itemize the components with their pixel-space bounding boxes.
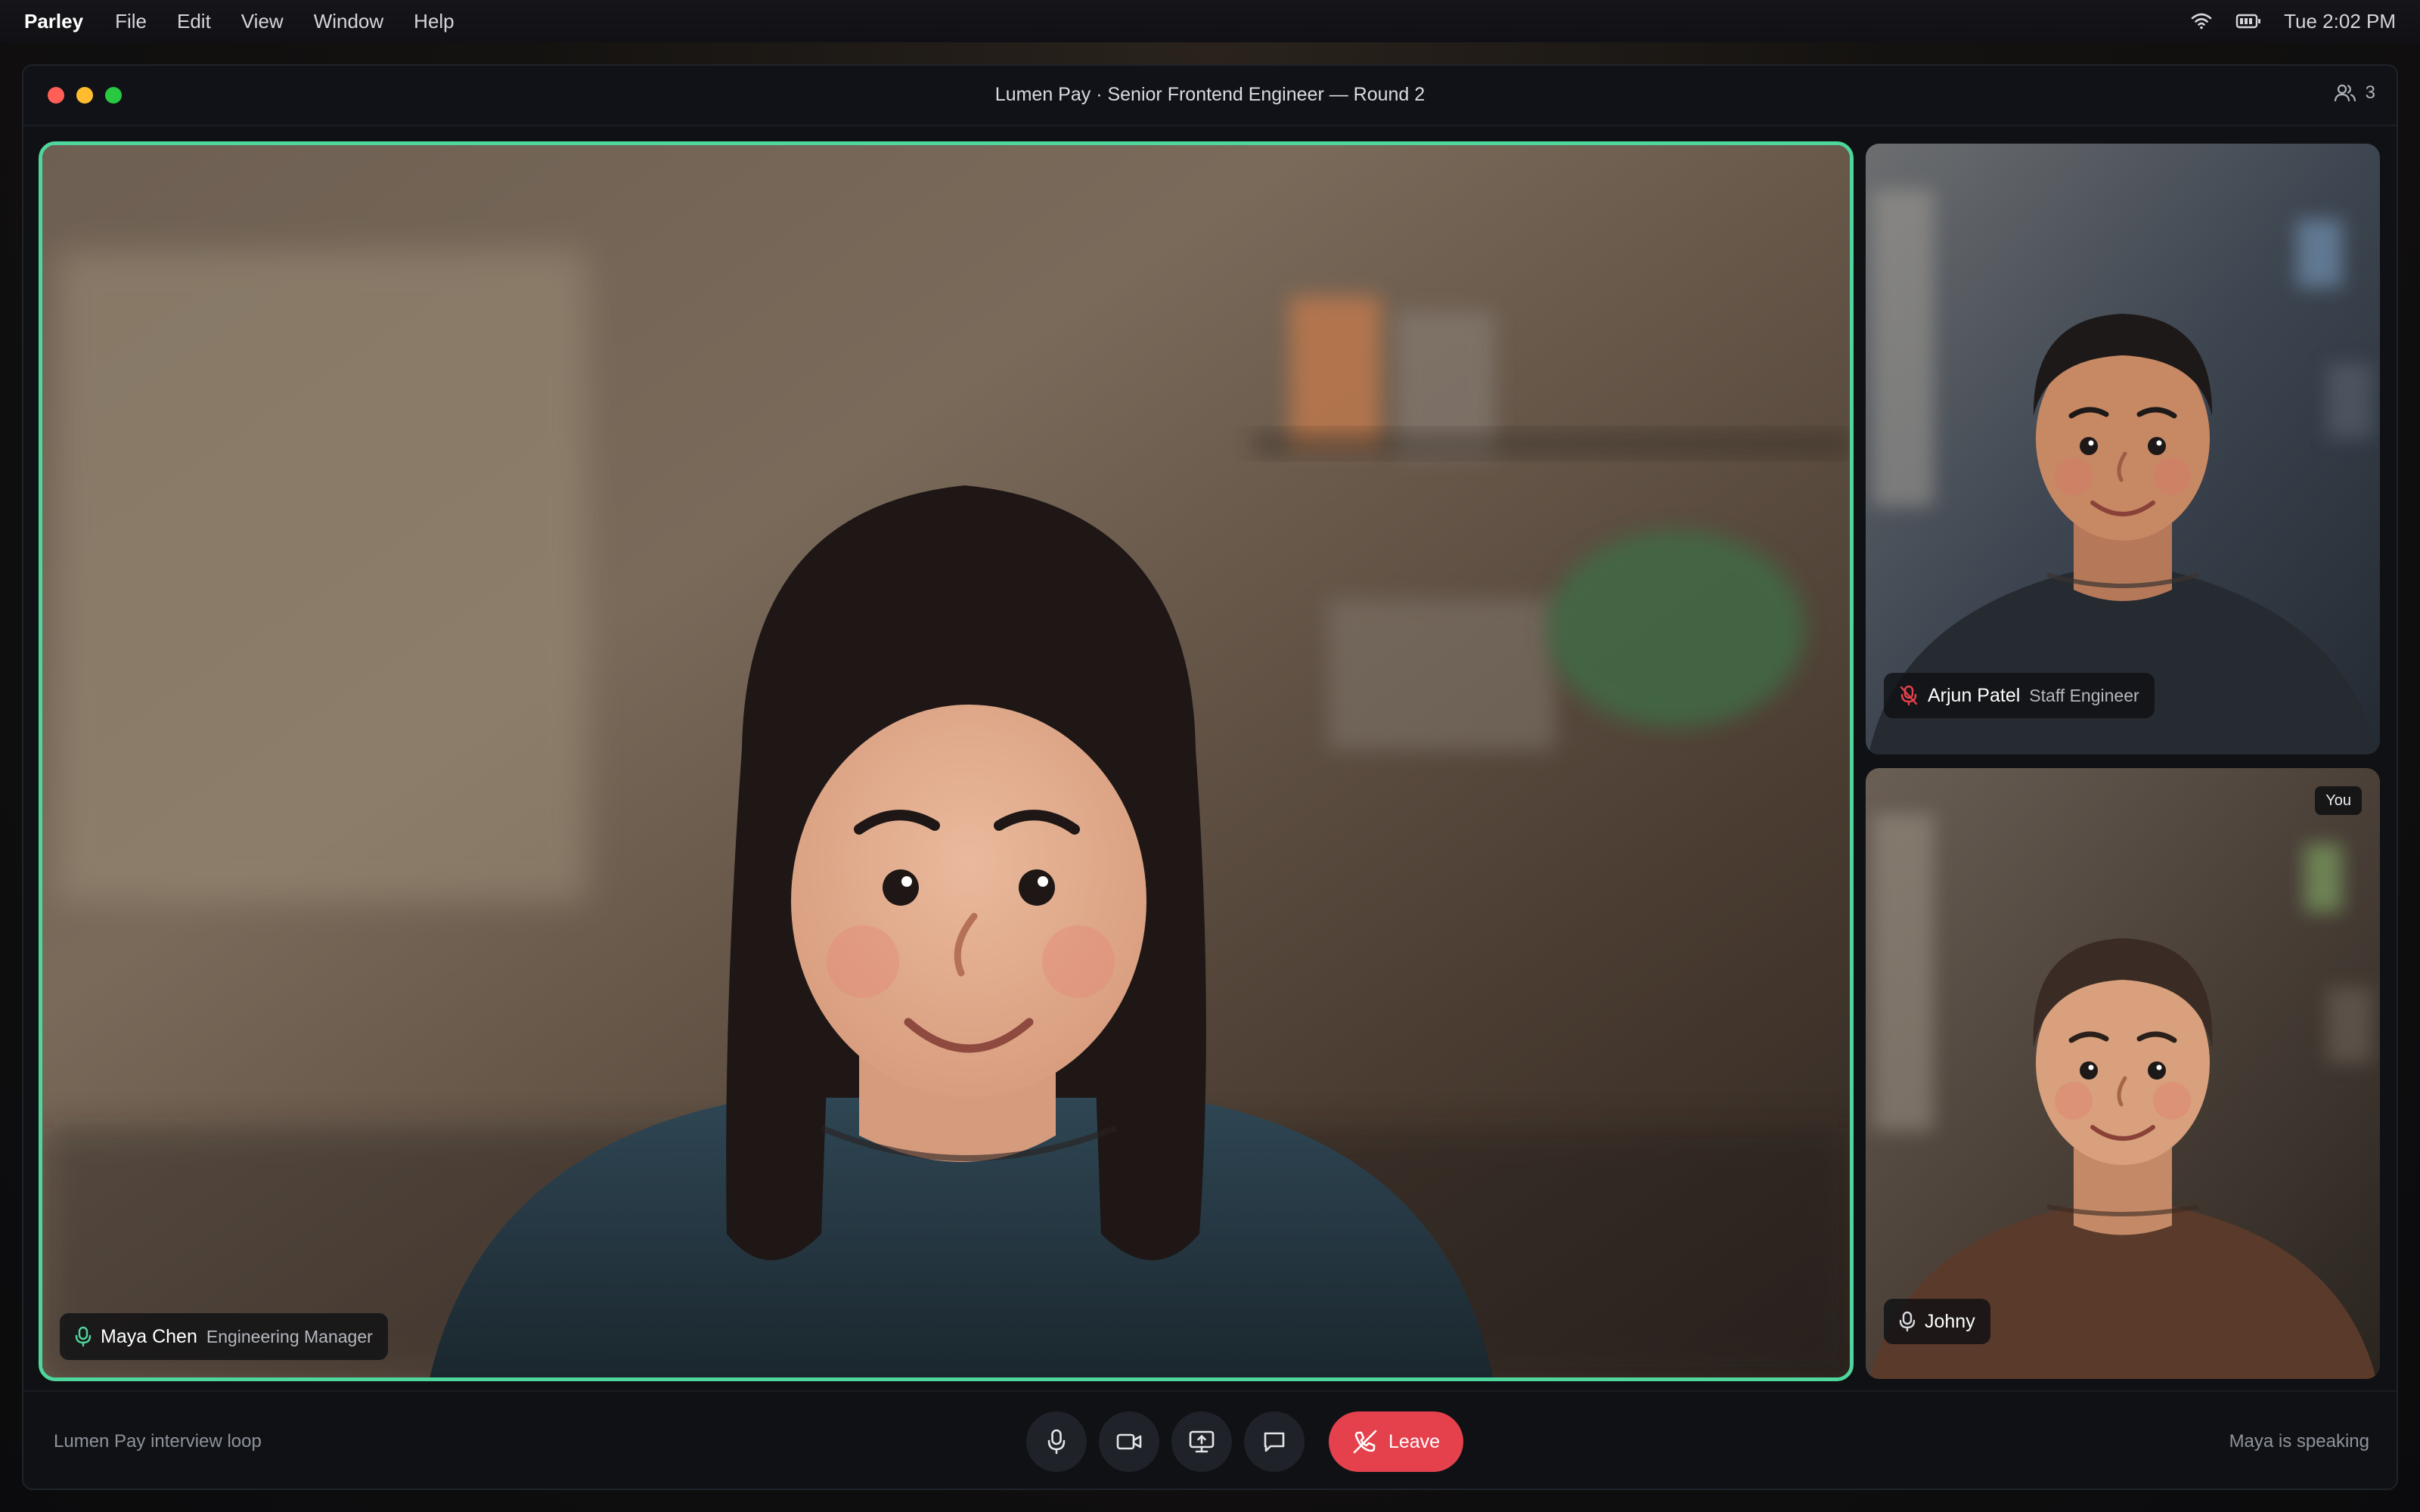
arjun-video-feed: [1866, 144, 2380, 754]
menu-file[interactable]: File: [115, 10, 147, 33]
menu-view[interactable]: View: [241, 10, 284, 33]
meeting-name: Lumen Pay interview loop: [54, 1431, 262, 1452]
phone-hangup-icon: [1353, 1430, 1377, 1454]
chat-button[interactable]: [1244, 1411, 1305, 1472]
maya-nametag: Maya Chen Engineering Manager: [60, 1313, 388, 1360]
participant-name: Johny: [1925, 1310, 1975, 1332]
johny-nametag: Johny: [1884, 1299, 1990, 1344]
microphone-icon: [1047, 1429, 1066, 1455]
maya-video-feed: [42, 145, 1850, 1377]
participants-button[interactable]: 3: [2334, 82, 2375, 104]
menu-edit[interactable]: Edit: [177, 10, 211, 33]
speaking-status: Maya is speaking: [2229, 1431, 2369, 1452]
call-control-bar: Lumen Pay interview loop Leave Maya is s…: [23, 1390, 2397, 1489]
participant-name: Maya Chen: [101, 1325, 197, 1347]
title-bar: Lumen Pay · Senior Frontend Engineer — R…: [23, 66, 2397, 126]
app-menu[interactable]: Parley: [24, 10, 83, 33]
self-view-tile[interactable]: You Johny: [1866, 768, 2380, 1379]
microphone-toggle-button[interactable]: [1026, 1411, 1087, 1472]
chat-icon: [1264, 1432, 1285, 1452]
share-screen-icon: [1189, 1430, 1215, 1453]
people-icon: [2334, 84, 2356, 102]
arjun-nametag: Arjun Patel Staff Engineer: [1884, 673, 2155, 718]
johny-video-feed: [1866, 768, 2380, 1379]
microphone-on-icon: [75, 1326, 92, 1347]
participant-role: Staff Engineer: [2029, 685, 2139, 705]
microphone-muted-icon: [1900, 685, 1918, 706]
menu-help[interactable]: Help: [414, 10, 454, 33]
main-speaker-tile[interactable]: Maya Chen Engineering Manager: [39, 141, 1854, 1381]
participant-count: 3: [2365, 82, 2375, 103]
you-badge: You: [2315, 786, 2362, 815]
menu-window[interactable]: Window: [314, 10, 383, 33]
participant-role: Engineering Manager: [206, 1326, 373, 1346]
leave-label: Leave: [1388, 1430, 1441, 1452]
participant-name: Arjun Patel: [1928, 684, 2021, 706]
menubar-clock[interactable]: Tue 2:02 PM: [2284, 10, 2396, 33]
call-window: Lumen Pay · Senior Frontend Engineer — R…: [22, 64, 2398, 1490]
battery-icon[interactable]: [2235, 13, 2261, 29]
camera-toggle-button[interactable]: [1099, 1411, 1159, 1472]
participant-tile-arjun[interactable]: Arjun Patel Staff Engineer: [1866, 144, 2380, 754]
camera-icon: [1116, 1433, 1142, 1450]
menubar: Parley File Edit View Window Help Tue 2:…: [0, 0, 2420, 42]
microphone-on-icon: [1899, 1311, 1916, 1332]
leave-call-button[interactable]: Leave: [1329, 1411, 1463, 1472]
share-screen-button[interactable]: [1171, 1411, 1232, 1472]
window-title: Lumen Pay · Senior Frontend Engineer — R…: [994, 84, 1426, 105]
wifi-icon[interactable]: [2190, 12, 2213, 30]
